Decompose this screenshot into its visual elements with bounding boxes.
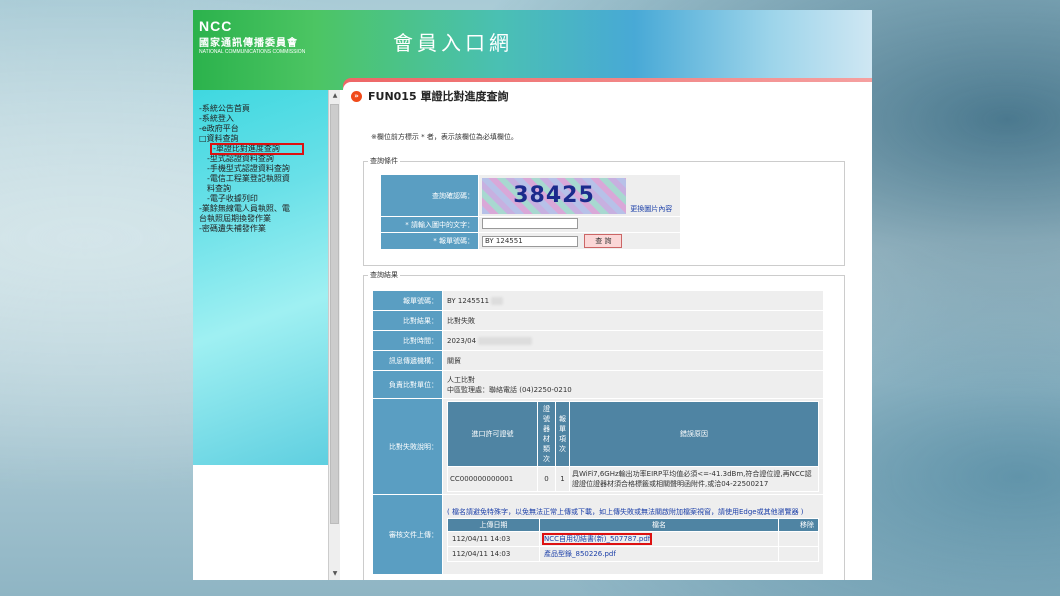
query-table: 查詢確認碼： 38425 更換圖片內容 * 請輸入圖中的文字： * 報單號碼： …: [380, 174, 681, 250]
fail-label: 比對失敗說明：: [372, 398, 443, 495]
sidebar-item[interactable]: -密碼遺失補發作業: [193, 224, 328, 234]
scroll-up-icon[interactable]: ▲: [329, 90, 341, 102]
sidebar-item[interactable]: -電信工程業登記執照資: [193, 174, 328, 184]
remove-cell[interactable]: [778, 546, 819, 562]
sidebar-item[interactable]: -系統登入: [193, 114, 328, 124]
result-bill-value: BY 1245511: [447, 296, 490, 305]
sidebar-list: -系統公告首頁 -系統登入 -e政府平台 □資料查詢 -單證比對進度查詢 -型式認證資料查…: [193, 104, 328, 234]
main-content: » FUN015 單證比對進度查詢 ※欄位前方標示 * 者，表示該欄位為必填欄位…: [343, 82, 872, 580]
result-bill-label: 報單號碼：: [372, 290, 443, 311]
scroll-down-icon[interactable]: ▼: [329, 568, 341, 580]
result-time-value: 2023/04: [447, 336, 477, 345]
sidebar-scrollbar[interactable]: ▲ ▼: [328, 90, 340, 580]
upload-table: 上傳日期 檔名 移除 112/04/11 14:03 NCC自用切結書(新)_5…: [447, 518, 819, 562]
sidebar-item[interactable]: -型式認證資料查詢: [193, 154, 328, 164]
result-fieldset: 查詢結果 報單號碼： BY 1245511 比對結果： 比對失敗 比對時間： 2…: [363, 270, 845, 580]
upload-note: ( 檔名請避免特殊字，以免無法正常上傳或下載，如上傳失敗或無法關啟附加檔案視窗，…: [447, 508, 804, 516]
fail-reason: 具WiFi7,6GHz輸出功率EIRP平均值必須<=-41.3dBm,符合證位證…: [569, 466, 819, 492]
sidebar-item[interactable]: -手機型式認證資料查詢: [193, 164, 328, 174]
site-title: 會員入口網: [393, 31, 513, 55]
bill-number-input[interactable]: BY 124551: [482, 236, 578, 247]
handler-line1: 人工比對: [447, 375, 475, 384]
table-row: 112/04/11 14:03 產品型錄_850226.pdf: [447, 546, 819, 562]
sidebar-item[interactable]: -e政府平台: [193, 124, 328, 134]
upload-file-link[interactable]: NCC自用切結書(新)_507787.pdf: [541, 533, 653, 545]
fail-class: 0: [537, 466, 556, 492]
upload-label: 審核文件上傳：: [372, 494, 443, 575]
sidebar-item[interactable]: □資料查詢: [193, 134, 328, 144]
upload-header-file: 檔名: [539, 518, 779, 532]
sidebar-nav: -系統公告首頁 -系統登入 -e政府平台 □資料查詢 -單證比對進度查詢 -型式認證資料查…: [193, 90, 328, 465]
query-fieldset: 查詢條件 查詢確認碼： 38425 更換圖片內容 * 請輸入圖中的文字： * 報…: [363, 156, 845, 266]
refresh-captcha-link[interactable]: 更換圖片內容: [630, 205, 672, 213]
query-legend: 查詢條件: [370, 157, 398, 165]
result-table: 報單號碼： BY 1245511 比對結果： 比對失敗 比對時間： 2023/0…: [372, 290, 824, 575]
logo-text: NCC: [199, 18, 233, 34]
upload-file-link[interactable]: 產品型錄_850226.pdf: [544, 550, 616, 558]
search-button[interactable]: 查 詢: [584, 234, 623, 248]
fail-permit: CC000000000001: [447, 466, 538, 492]
result-time-label: 比對時間：: [372, 330, 443, 351]
page-title: » FUN015 單證比對進度查詢: [351, 88, 508, 104]
captcha-input-label: * 請輸入圖中的文字：: [380, 216, 479, 233]
fail-item: 1: [555, 466, 570, 492]
redacted-block: [491, 296, 504, 305]
page-title-text: FUN015 單證比對進度查詢: [368, 90, 509, 103]
fail-header-item: 報單項次: [555, 401, 570, 467]
table-row: 112/04/11 14:03 NCC自用切結書(新)_507787.pdf: [447, 531, 819, 547]
arrow-circle-icon: »: [351, 90, 362, 102]
sidebar-item[interactable]: -單證比對進度查詢: [210, 143, 304, 155]
remove-cell[interactable]: [778, 531, 819, 547]
ncc-logo[interactable]: NCC 國家通訊傳播委員會 NATIONAL COMMUNICATIONS CO…: [199, 18, 305, 55]
fail-header-permit: 進口許可證號: [447, 401, 538, 467]
bill-number-label: * 報單號碼：: [380, 232, 479, 250]
logo-chinese: 國家通訊傳播委員會: [199, 38, 298, 49]
upload-header-date: 上傳日期: [447, 518, 540, 532]
required-note: ※欄位前方標示 * 者，表示該欄位為必填欄位。: [371, 133, 518, 141]
logo-english: NATIONAL COMMUNICATIONS COMMISSION: [199, 49, 306, 55]
redacted-block: [478, 336, 533, 345]
captcha-image: 38425: [482, 177, 626, 214]
browser-window: NCC 國家通訊傳播委員會 NATIONAL COMMUNICATIONS CO…: [193, 10, 872, 580]
sidebar-item[interactable]: -電子收據列印: [193, 194, 328, 204]
scroll-thumb[interactable]: [330, 104, 339, 524]
fail-header-class: 證號器材類次: [537, 401, 556, 467]
fail-header-reason: 錯誤原因: [569, 401, 819, 467]
sidebar-item[interactable]: 台執照屆期換發作業: [193, 214, 328, 224]
sidebar-item[interactable]: 料查詢: [193, 184, 328, 194]
handler-line2: 中區監理處：聯絡電話 (04)2250-0210: [447, 385, 572, 394]
upload-header-remove: 移除: [778, 518, 819, 532]
captcha-label: 查詢確認碼：: [380, 174, 479, 217]
handler-label: 負責比對單位：: [372, 370, 443, 399]
result-agency-label: 訊息傳遞機構：: [372, 350, 443, 371]
captcha-input[interactable]: [482, 218, 578, 229]
result-status-value: 比對失敗: [442, 310, 824, 331]
fail-table: 進口許可證號 證號器材類次 報單項次 錯誤原因 CC000000000001 0…: [447, 401, 819, 492]
result-legend: 查詢結果: [370, 271, 398, 279]
sidebar-item[interactable]: -系統公告首頁: [193, 104, 328, 114]
upload-date: 112/04/11 14:03: [447, 546, 540, 562]
sidebar-item[interactable]: -業餘無線電人員執照、電: [193, 204, 328, 214]
result-agency-value: 關貿: [442, 350, 824, 371]
upload-date: 112/04/11 14:03: [447, 531, 540, 547]
result-status-label: 比對結果：: [372, 310, 443, 331]
